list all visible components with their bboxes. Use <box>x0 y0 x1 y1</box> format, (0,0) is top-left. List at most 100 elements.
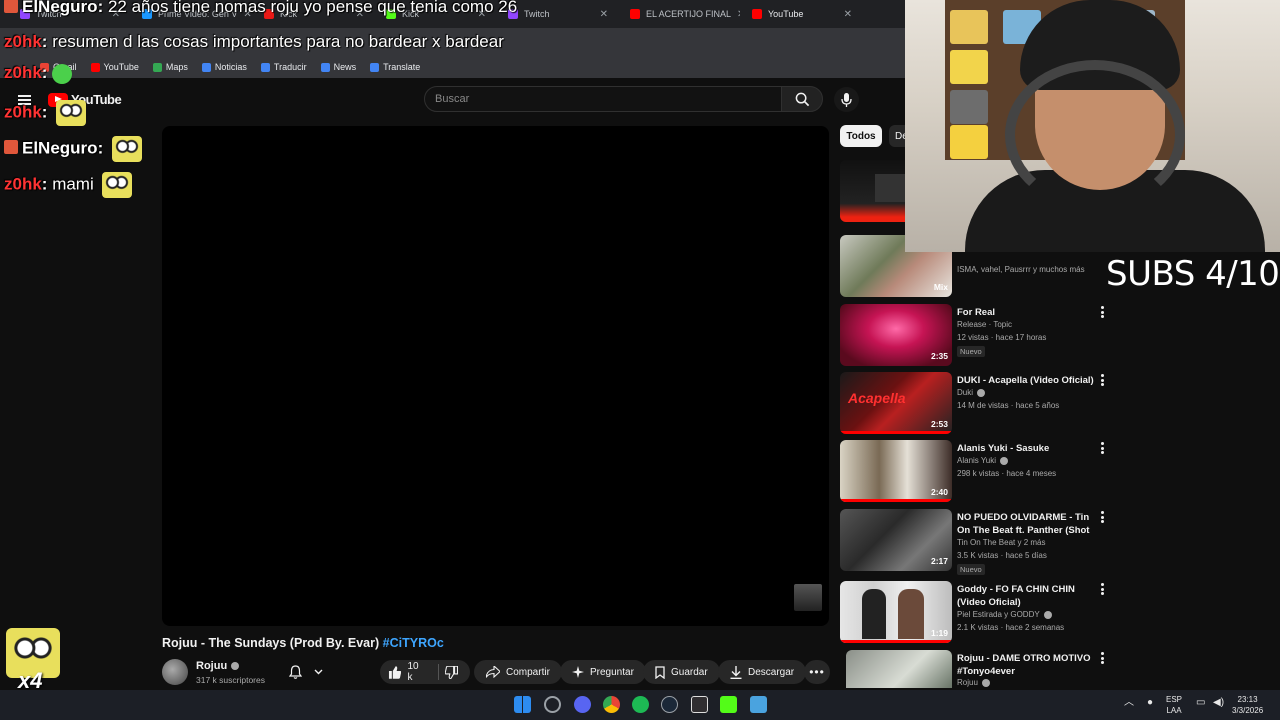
settings-icon[interactable] <box>544 696 561 713</box>
subs-goal-counter: SUBS 4/10 <box>1106 254 1280 294</box>
recommendation-item[interactable]: 1:19 Goddy - FO FA CHIN CHIN (Video Ofic… <box>840 581 1110 645</box>
bookmark-noticias[interactable]: Noticias <box>201 62 247 72</box>
spotify-icon[interactable] <box>632 696 649 713</box>
screen: { "browser": { "tabs": [ {"label": "Twit… <box>0 0 1280 720</box>
close-tab-icon[interactable]: ✕ <box>737 9 740 20</box>
thumbs-up-icon <box>388 665 402 679</box>
like-divider <box>437 664 439 680</box>
thumbs-down-icon[interactable] <box>444 665 458 679</box>
chrome-icon[interactable] <box>603 696 620 713</box>
watch-progress-bar <box>840 431 952 434</box>
save-button[interactable]: Guardar <box>643 660 720 684</box>
more-actions-button[interactable]: ••• <box>804 660 830 684</box>
channel-name: Duki <box>957 388 986 397</box>
video-player[interactable] <box>162 126 829 626</box>
recommendation-item[interactable]: Rojuu - DAME OTRO MOTIVO #Tonyo4ever Roj… <box>840 650 1110 688</box>
kick-icon[interactable] <box>720 696 737 713</box>
microphone-tray-icon[interactable]: ● <box>1147 697 1153 708</box>
more-vertical-icon[interactable] <box>1100 511 1104 523</box>
bookmark-maps[interactable]: Maps <box>152 62 188 72</box>
new-badge: Nuevo <box>957 564 985 575</box>
recommendation-item[interactable]: 2:35 For Real Release · Topic 12 vistas … <box>840 304 1110 368</box>
channel-name: Tin On The Beat y 2 más <box>957 538 1046 547</box>
video-hashtag[interactable]: #CiTYROc <box>383 636 444 650</box>
youtube-favicon-icon <box>752 9 762 19</box>
more-vertical-icon[interactable] <box>1100 442 1104 454</box>
thumbnail-art <box>862 589 886 639</box>
watch-progress-bar <box>840 640 952 643</box>
share-button[interactable]: Compartir <box>474 660 562 684</box>
channel-avatar[interactable] <box>162 659 188 685</box>
poster <box>950 50 988 84</box>
subscriber-count: 317 k suscriptores <box>196 675 265 685</box>
volume-icon[interactable]: ◀) <box>1213 697 1224 708</box>
video-thumbnail: 1:19 <box>840 581 952 643</box>
video-title: Rojuu - DAME OTRO MOTIVO #Tonyo4ever <box>957 653 1091 677</box>
discord-icon[interactable] <box>574 696 591 713</box>
more-vertical-icon[interactable] <box>1100 306 1104 318</box>
spongebob-emote-icon <box>56 100 87 126</box>
voice-search-button[interactable] <box>834 87 859 112</box>
network-icon[interactable]: ▭ <box>1196 697 1205 708</box>
close-tab-icon[interactable]: ✕ <box>844 9 852 20</box>
sparkle-icon <box>572 666 584 678</box>
poster <box>950 10 988 44</box>
more-vertical-icon[interactable] <box>1100 583 1104 595</box>
bookmarks-bar: Gmail YouTube Maps Noticias Traducir New… <box>0 56 905 78</box>
bookmark-translate[interactable]: Translate <box>370 62 420 72</box>
green-emote-icon <box>52 63 73 84</box>
video-title: For Real <box>957 307 996 318</box>
video-duration: 1:19 <box>930 628 948 638</box>
more-vertical-icon[interactable] <box>1100 374 1104 386</box>
video-stats: 2.1 K vistas · hace 2 semanas <box>957 623 1065 632</box>
recommendation-item[interactable]: 2:40 Alanis Yuki - Sasuke Alanis Yuki 29… <box>840 440 1110 504</box>
spongebob-emote-icon <box>102 172 133 198</box>
video-title: Goddy - FO FA CHIN CHIN (Video Oficial) <box>957 584 1075 608</box>
close-tab-icon[interactable]: ✕ <box>600 9 608 20</box>
clock[interactable]: 23:13 3/3/2026 <box>1232 694 1263 716</box>
more-vertical-icon[interactable] <box>1100 652 1104 664</box>
kick-badge-icon <box>4 140 18 154</box>
poster <box>950 125 988 159</box>
chat-line: z0hk: <box>4 63 73 84</box>
bell-icon <box>289 665 302 679</box>
video-duration: 2:35 <box>930 351 948 361</box>
show-hidden-icons[interactable]: ︿ <box>1124 697 1134 708</box>
like-button[interactable]: 10 k <box>380 660 470 684</box>
kick-badge-icon <box>4 0 18 13</box>
download-button[interactable]: Descargar <box>718 660 807 684</box>
search-input[interactable]: Buscar <box>424 86 782 112</box>
recommendation-item[interactable]: 2:17 NO PUEDO OLVIDARME - Tin On The Bea… <box>840 509 1110 575</box>
spongebob-emote-icon <box>111 136 142 162</box>
notepad-icon[interactable] <box>750 696 767 713</box>
browser-tab[interactable]: EL ACERTIJO FINAL✕ <box>620 2 740 26</box>
verified-icon <box>231 662 240 671</box>
channel-name[interactable]: Rojuu <box>196 660 240 672</box>
browser-tab-active[interactable]: YouTube ✕ <box>742 2 862 26</box>
chat-line: z0hk: resumen d las cosas importantes pa… <box>4 32 504 51</box>
verified-icon <box>1000 456 1008 465</box>
video-thumbnail: 2:40 <box>840 440 952 502</box>
news-icon <box>320 62 330 72</box>
video-title: DUKI - Acapella (Video Oficial) <box>957 375 1094 386</box>
recommendation-item[interactable]: Acapella 2:53 DUKI - Acapella (Video Ofi… <box>840 372 1110 436</box>
notifications-button[interactable] <box>283 660 331 684</box>
search-button[interactable] <box>781 86 823 112</box>
video-title: NO PUEDO OLVIDARME - Tin On The Beat ft.… <box>957 512 1090 536</box>
windows-start-icon[interactable] <box>514 696 531 713</box>
translate-icon <box>370 62 380 72</box>
bookmark-youtube[interactable]: YouTube <box>90 62 139 72</box>
channel-name: Piel Estirada y GODDY <box>957 610 1052 619</box>
download-icon <box>730 665 742 679</box>
video-thumbnail <box>846 650 952 688</box>
bookmark-news[interactable]: News <box>320 62 356 72</box>
bookmark-traducir[interactable]: Traducir <box>260 62 307 72</box>
language-indicator[interactable]: ESP LAA <box>1166 694 1182 716</box>
obs-icon[interactable] <box>691 696 708 713</box>
ask-button[interactable]: Preguntar <box>560 660 646 684</box>
steam-icon[interactable] <box>661 696 678 713</box>
channel-watermark[interactable] <box>794 584 822 611</box>
chip-all[interactable]: Todos <box>840 125 882 147</box>
video-stats: 298 k vistas · hace 4 meses <box>957 469 1057 478</box>
mix-label: Mix <box>933 282 948 292</box>
